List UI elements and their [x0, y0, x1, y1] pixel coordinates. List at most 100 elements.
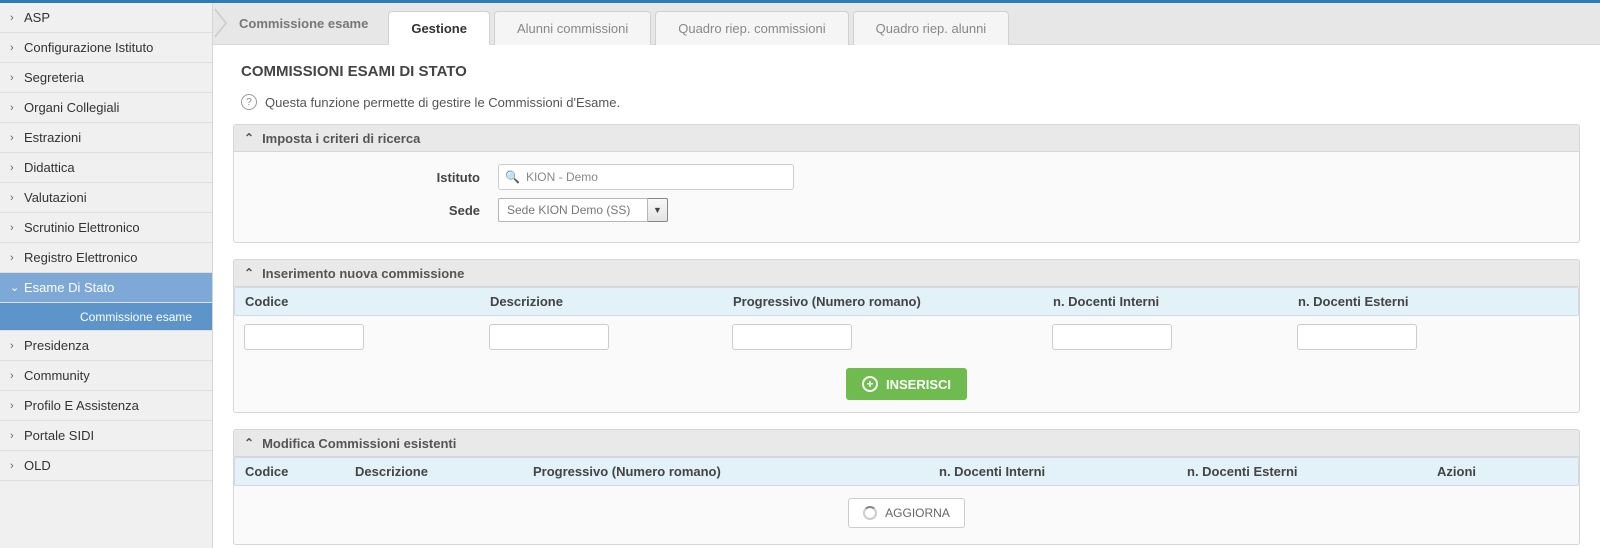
sidebar-item-esame-di-stato[interactable]: ⌄Esame Di Stato	[0, 273, 212, 303]
sidebar-item-asp[interactable]: ›ASP	[0, 3, 212, 33]
sidebar-item-label: Configurazione Istituto	[24, 40, 153, 55]
panel-search-header[interactable]: ⌃ Imposta i criteri di ricerca	[233, 124, 1580, 152]
label-istituto: Istituto	[248, 170, 498, 185]
col-descrizione-header: Descrizione	[480, 288, 723, 315]
sidebar-item-label: Registro Elettronico	[24, 250, 137, 265]
sidebar-item-label: Estrazioni	[24, 130, 81, 145]
sidebar-item-estrazioni[interactable]: ›Estrazioni	[0, 123, 212, 153]
page-title: COMMISSIONI ESAMI DI STATO	[241, 63, 1580, 80]
inserisci-button[interactable]: + INSERISCI	[846, 368, 967, 400]
sidebar-item-didattica[interactable]: ›Didattica	[0, 153, 212, 183]
sidebar-item-label: Community	[24, 368, 90, 383]
chevron-right-icon: ›	[10, 102, 24, 114]
edit-grid-header: Codice Descrizione Progressivo (Numero r…	[234, 457, 1579, 486]
tab-alunni-commissioni[interactable]: Alunni commissioni	[494, 11, 651, 45]
chevron-right-icon: ›	[10, 430, 24, 442]
sidebar-subitem-commissione-esame[interactable]: Commissione esame	[0, 303, 212, 331]
sidebar-item-label: Profilo E Assistenza	[24, 398, 139, 413]
insert-grid-row	[234, 316, 1579, 358]
chevron-right-icon: ›	[10, 42, 24, 54]
col-interni-header: n. Docenti Interni	[929, 458, 1177, 485]
help-icon: ?	[241, 94, 257, 110]
tab-label: Alunni commissioni	[517, 21, 628, 36]
button-label: INSERISCI	[886, 377, 951, 392]
tab-label: Gestione	[411, 21, 467, 36]
chevron-right-icon: ›	[10, 132, 24, 144]
chevron-right-icon: ›	[10, 340, 24, 352]
input-esterni[interactable]	[1297, 324, 1417, 350]
col-progressivo-header: Progressivo (Numero romano)	[523, 458, 929, 485]
sidebar-item-community[interactable]: ›Community	[0, 361, 212, 391]
sidebar-item-label: Organi Collegiali	[24, 100, 119, 115]
col-progressivo-header: Progressivo (Numero romano)	[723, 288, 1043, 315]
sidebar-item-organi-collegiali[interactable]: ›Organi Collegiali	[0, 93, 212, 123]
tab-gestione[interactable]: Gestione	[388, 11, 490, 45]
button-label: AGGIORNA	[885, 506, 950, 520]
sidebar-item-portale-sidi[interactable]: ›Portale SIDI	[0, 421, 212, 451]
panel-insert-header[interactable]: ⌃ Inserimento nuova commissione	[233, 259, 1580, 287]
col-codice-header: Codice	[235, 458, 345, 485]
chevron-right-icon: ›	[10, 400, 24, 412]
chevron-right-icon: ›	[10, 162, 24, 174]
sidebar-item-label: Esame Di Stato	[24, 280, 114, 295]
page-description: Questa funzione permette di gestire le C…	[265, 95, 620, 110]
tab-quadro-riep-alunni[interactable]: Quadro riep. alunni	[853, 11, 1010, 45]
sede-select-value[interactable]: Sede KION Demo (SS)	[498, 198, 648, 222]
sidebar-item-label: Didattica	[24, 160, 75, 175]
sidebar-item-label: OLD	[24, 458, 51, 473]
tab-quadro-riep-commissioni[interactable]: Quadro riep. commissioni	[655, 11, 848, 45]
tab-label: Quadro riep. commissioni	[678, 21, 825, 36]
sidebar-subitem-label: Commissione esame	[80, 310, 192, 324]
sidebar-item-scrutinio[interactable]: ›Scrutinio Elettronico	[0, 213, 212, 243]
sidebar-item-valutazioni[interactable]: ›Valutazioni	[0, 183, 212, 213]
input-descrizione[interactable]	[489, 324, 609, 350]
chevron-right-icon: ›	[10, 72, 24, 84]
input-codice[interactable]	[244, 324, 364, 350]
sidebar-item-old[interactable]: ›OLD	[0, 451, 212, 481]
chevron-right-icon: ›	[10, 12, 24, 24]
sidebar-item-config-istituto[interactable]: ›Configurazione Istituto	[0, 33, 212, 63]
chevron-right-icon: ›	[10, 460, 24, 472]
chevron-right-icon: ›	[10, 222, 24, 234]
breadcrumb: Commissione esame	[213, 3, 386, 44]
breadcrumb-label: Commissione esame	[239, 16, 368, 31]
chevron-up-icon: ⌃	[244, 266, 254, 280]
chevron-right-icon: ›	[10, 252, 24, 264]
panel-edit-commissions: ⌃ Modifica Commissioni esistenti Codice …	[233, 429, 1580, 545]
input-interni[interactable]	[1052, 324, 1172, 350]
panel-title: Inserimento nuova commissione	[262, 266, 464, 281]
sidebar-item-label: Scrutinio Elettronico	[24, 220, 140, 235]
col-esterni-header: n. Docenti Esterni	[1177, 458, 1427, 485]
col-codice-header: Codice	[235, 288, 480, 315]
panel-title: Modifica Commissioni esistenti	[262, 436, 456, 451]
input-progressivo[interactable]	[732, 324, 852, 350]
istituto-search-input[interactable]: 🔍	[498, 164, 794, 190]
sidebar-item-profilo[interactable]: ›Profilo E Assistenza	[0, 391, 212, 421]
sidebar-item-label: ASP	[24, 10, 50, 25]
istituto-input-field[interactable]	[526, 170, 787, 184]
chevron-up-icon: ⌃	[244, 131, 254, 145]
refresh-icon	[863, 506, 877, 520]
search-icon: 🔍	[505, 170, 520, 184]
panel-insert-commission: ⌃ Inserimento nuova commissione Codice D…	[233, 259, 1580, 413]
sede-select-button[interactable]: ▼	[648, 198, 668, 222]
col-interni-header: n. Docenti Interni	[1043, 288, 1288, 315]
sidebar-item-registro[interactable]: ›Registro Elettronico	[0, 243, 212, 273]
chevron-down-icon: ⌄	[10, 281, 24, 294]
tabs-band: Commissione esame Gestione Alunni commis…	[213, 3, 1600, 45]
chevron-up-icon: ⌃	[244, 436, 254, 450]
page-description-row: ? Questa funzione permette di gestire le…	[241, 94, 1580, 110]
sidebar-item-presidenza[interactable]: ›Presidenza	[0, 331, 212, 361]
aggiorna-button[interactable]: AGGIORNA	[848, 498, 965, 528]
tab-label: Quadro riep. alunni	[876, 21, 987, 36]
sidebar-item-segreteria[interactable]: ›Segreteria	[0, 63, 212, 93]
main-content: Commissione esame Gestione Alunni commis…	[213, 3, 1600, 548]
plus-circle-icon: +	[862, 376, 878, 392]
sidebar-item-label: Portale SIDI	[24, 428, 94, 443]
col-esterni-header: n. Docenti Esterni	[1288, 288, 1578, 315]
col-azioni-header: Azioni	[1427, 458, 1578, 485]
panel-edit-header[interactable]: ⌃ Modifica Commissioni esistenti	[233, 429, 1580, 457]
panel-title: Imposta i criteri di ricerca	[262, 131, 420, 146]
sidebar-item-label: Segreteria	[24, 70, 84, 85]
insert-grid-header: Codice Descrizione Progressivo (Numero r…	[234, 287, 1579, 316]
